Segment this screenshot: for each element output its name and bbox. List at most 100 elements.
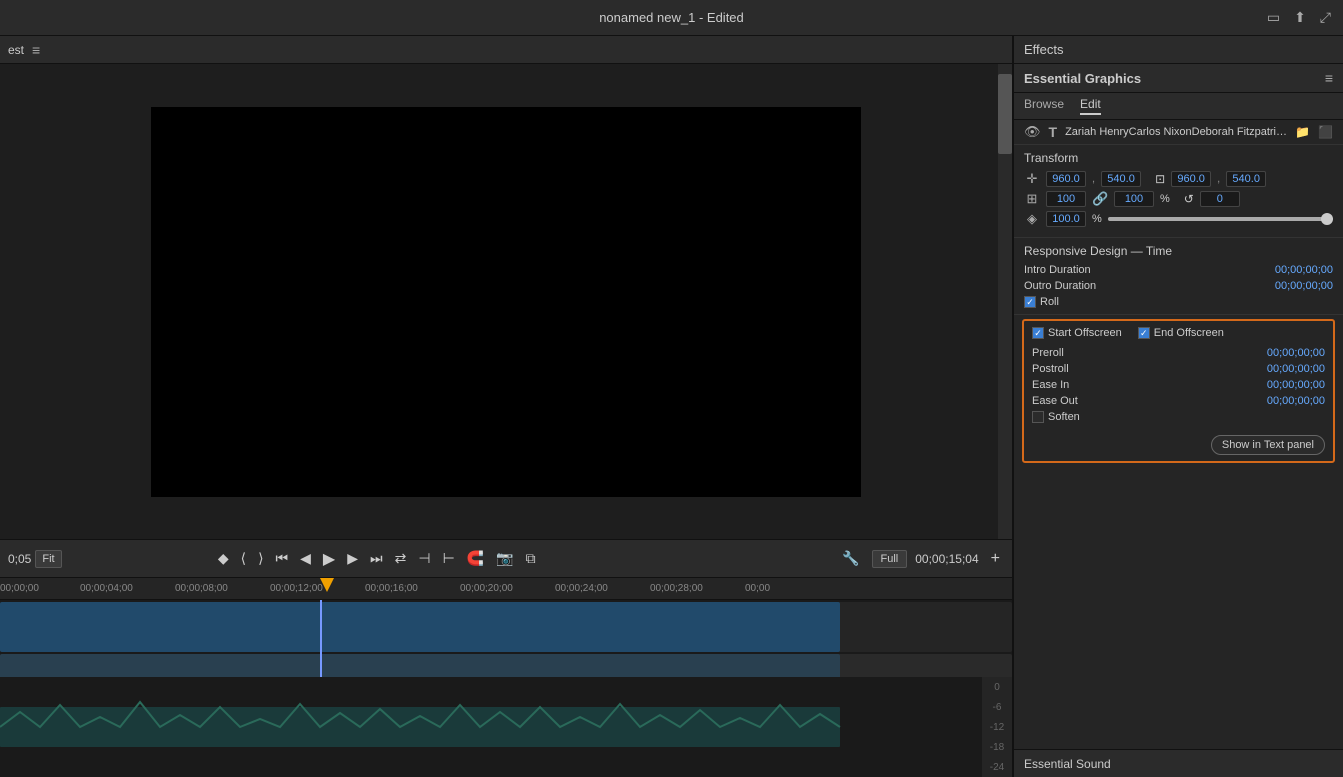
fullscreen-icon[interactable]: ⤢ <box>1320 9 1331 26</box>
snap-button[interactable]: 🧲 <box>463 548 488 569</box>
ripple-trim-prev-button[interactable]: ⊣ <box>414 548 434 569</box>
effects-header: Effects <box>1014 36 1343 64</box>
outro-duration-row: Outro Duration 00;00;00;00 <box>1024 280 1333 292</box>
end-offscreen-label: End Offscreen <box>1154 327 1224 339</box>
pos-x[interactable]: 960.0 <box>1046 171 1086 187</box>
show-text-btn-wrapper: Show in Text panel <box>1032 431 1325 455</box>
step-forward-button[interactable]: ▶ <box>343 548 362 569</box>
video-clip[interactable] <box>0 602 840 652</box>
preview-scrollbar[interactable] <box>998 64 1012 539</box>
transform-title: Transform <box>1024 151 1333 165</box>
opacity-slider-fill <box>1108 217 1333 221</box>
play-button[interactable]: ▶ <box>319 547 339 571</box>
soften-checkbox[interactable] <box>1032 411 1044 423</box>
soften-label: Soften <box>1048 411 1080 423</box>
ruler-mark-7: 00;00;28;00 <box>650 583 703 594</box>
intro-duration-value[interactable]: 00;00;00;00 <box>1275 264 1333 276</box>
pos-y[interactable]: 540.0 <box>1101 171 1141 187</box>
next-edit-button[interactable]: ⏭ <box>366 548 387 569</box>
position-icon: ✛ <box>1024 171 1040 187</box>
playhead-line <box>320 600 322 677</box>
eg-tabs: Browse Edit <box>1014 93 1343 120</box>
out-point-button[interactable]: ⟩ <box>254 548 267 569</box>
loop-button[interactable]: ⇄ <box>391 548 411 569</box>
zoom-select[interactable]: Fit <box>35 550 61 568</box>
end-offscreen-checkbox[interactable] <box>1138 327 1150 339</box>
multicam-button[interactable]: ⧉ <box>522 548 540 569</box>
transform-section: Transform ✛ 960.0 , 540.0 ⊡ 960.0 , 540.… <box>1014 145 1343 238</box>
waveform-label-n12: -12 <box>990 722 1004 733</box>
playback-controls: ◆ ⟨ ⟩ ⏮ ◀ ▶ ▶ ⏭ ⇄ ⊣ ⊢ 🧲 📷 ⧉ <box>214 547 540 571</box>
add-button[interactable]: + <box>987 548 1004 570</box>
quality-select[interactable]: Full <box>872 550 908 568</box>
link-icon: 🔗 <box>1092 191 1108 207</box>
rotate-value[interactable]: 0 <box>1200 191 1240 207</box>
maximize-icon[interactable]: ▭ <box>1267 9 1280 26</box>
audio-waveform: 0 -6 -12 -18 -24 <box>0 677 1012 777</box>
anchor-y[interactable]: 540.0 <box>1226 171 1266 187</box>
anchor-x[interactable]: 960.0 <box>1171 171 1211 187</box>
current-timecode: 00;00;15;04 <box>915 552 978 566</box>
camera-button[interactable]: 📷 <box>492 548 517 569</box>
in-point-button[interactable]: ⟨ <box>237 548 250 569</box>
essential-sound: Essential Sound <box>1014 749 1343 777</box>
opacity-slider-thumb[interactable] <box>1321 213 1333 225</box>
roll-label: Roll <box>1040 296 1059 308</box>
ease-out-value[interactable]: 00;00;00;00 <box>1267 395 1325 407</box>
intro-duration-row: Intro Duration 00;00;00;00 <box>1024 264 1333 276</box>
outro-duration-label: Outro Duration <box>1024 280 1096 292</box>
prev-edit-button[interactable]: ⏮ <box>272 548 293 569</box>
ruler-mark-1: 00;00;04;00 <box>80 583 133 594</box>
start-offscreen-label: Start Offscreen <box>1048 327 1122 339</box>
waveform-labels: 0 -6 -12 -18 -24 <box>982 677 1012 777</box>
layer-type-icon: T <box>1049 124 1058 140</box>
right-panel: Effects Essential Graphics ≡ Browse Edit… <box>1013 36 1343 777</box>
waveform-label-n6: -6 <box>993 702 1002 713</box>
preview-timecode: 0;05 <box>8 552 31 566</box>
start-offscreen-checkbox[interactable] <box>1032 327 1044 339</box>
eg-menu-icon[interactable]: ≡ <box>1325 70 1333 86</box>
scale-y[interactable]: 100 <box>1114 191 1154 207</box>
layer-folder-icon[interactable]: 📁 <box>1295 125 1310 139</box>
ease-in-row: Ease In 00;00;00;00 <box>1032 379 1325 391</box>
ripple-trim-next-button[interactable]: ⊢ <box>439 548 459 569</box>
marker-button[interactable]: ◆ <box>214 548 233 569</box>
step-back-button[interactable]: ◀ <box>296 548 315 569</box>
opacity-slider[interactable] <box>1108 217 1333 221</box>
scale-x[interactable]: 100 <box>1046 191 1086 207</box>
responsive-design-section: Responsive Design — Time Intro Duration … <box>1014 238 1343 315</box>
ruler-mark-3: 00;00;12;00 <box>270 583 323 594</box>
eg-scroll-area[interactable]: Transform ✛ 960.0 , 540.0 ⊡ 960.0 , 540.… <box>1014 145 1343 749</box>
settings-icon[interactable]: 🔧 <box>838 548 863 569</box>
video-canvas <box>151 107 861 497</box>
tab-browse[interactable]: Browse <box>1024 97 1064 115</box>
tab-edit[interactable]: Edit <box>1080 97 1101 115</box>
waveform-label-0: 0 <box>994 682 1000 693</box>
scale-icon: ⊞ <box>1024 191 1040 207</box>
video-track <box>0 602 1012 652</box>
pos-comma: , <box>1092 173 1095 185</box>
graphics-clip[interactable] <box>0 654 840 677</box>
preroll-value[interactable]: 00;00;00;00 <box>1267 347 1325 359</box>
graphics-track <box>0 654 1012 677</box>
layer-name: Zariah HenryCarlos NixonDeborah Fitzpatr… <box>1065 126 1287 138</box>
ease-in-value[interactable]: 00;00;00;00 <box>1267 379 1325 391</box>
opacity-percent: % <box>1092 213 1102 225</box>
export-icon[interactable]: ⬆ <box>1294 9 1306 26</box>
opacity-value[interactable]: 100.0 <box>1046 211 1086 227</box>
ease-out-label: Ease Out <box>1032 395 1078 407</box>
roll-checkbox-row: Roll <box>1024 296 1333 308</box>
postroll-value[interactable]: 00;00;00;00 <box>1267 363 1325 375</box>
show-in-text-panel-button[interactable]: Show in Text panel <box>1211 435 1325 455</box>
roll-checkbox[interactable] <box>1024 296 1036 308</box>
waveform-label-n18: -18 <box>990 742 1004 753</box>
layer-align-icon[interactable]: ⬛ <box>1318 125 1333 139</box>
outro-duration-value[interactable]: 00;00;00;00 <box>1275 280 1333 292</box>
layer-eye-icon[interactable]: 👁 <box>1024 124 1041 140</box>
eg-layer-row[interactable]: 👁 T Zariah HenryCarlos NixonDeborah Fitz… <box>1014 120 1343 145</box>
title-bar-title: nonamed new_1 - Edited <box>599 10 744 25</box>
ruler-mark-0: 00;00;00 <box>0 583 39 594</box>
preview-scrollbar-thumb[interactable] <box>998 74 1012 154</box>
panel-menu-icon[interactable]: ≡ <box>32 42 40 58</box>
rd-title: Responsive Design — Time <box>1024 244 1333 258</box>
